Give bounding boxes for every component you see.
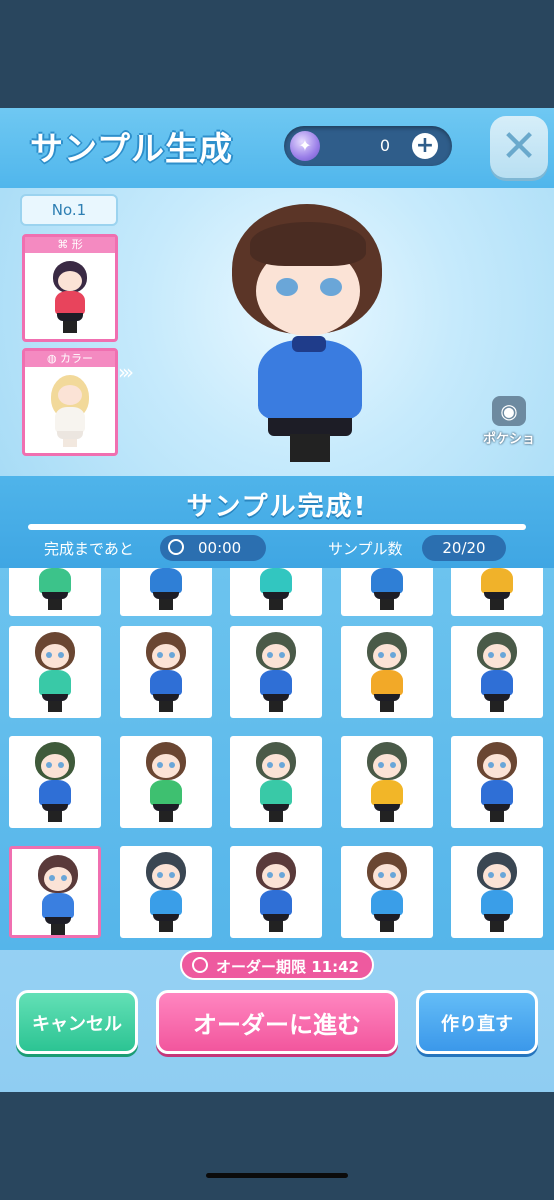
sample-cell[interactable] — [341, 736, 433, 828]
shape-card[interactable]: ⌘ 形 — [22, 234, 118, 342]
sample-cell[interactable] — [9, 568, 101, 616]
sample-cell[interactable] — [9, 846, 101, 938]
sample-cell[interactable] — [120, 568, 212, 616]
color-header: ◍ カラー — [25, 351, 115, 367]
sample-cell[interactable] — [120, 626, 212, 718]
sample-cell[interactable] — [230, 846, 322, 938]
currency-value: 0 — [379, 136, 390, 155]
sample-cell[interactable] — [230, 736, 322, 828]
color-label: カラー — [60, 352, 94, 365]
sample-chibi — [31, 568, 79, 612]
sample-cell[interactable] — [9, 626, 101, 718]
timer-badge: 00:00 — [160, 535, 266, 561]
header: サンプル生成 ✦ 0 + ✕ — [0, 108, 554, 188]
sample-chibi — [142, 852, 190, 934]
redo-button[interactable]: 作り直す — [416, 990, 538, 1054]
sample-chibi — [252, 568, 300, 612]
proceed-order-button[interactable]: オーダーに進む — [156, 990, 398, 1054]
sample-count-value: 20/20 — [422, 535, 506, 561]
game-screen: サンプル生成 ✦ 0 + ✕ No.1 ⌘ 形 ◍ カラー ››› ◉ ポケショ… — [0, 108, 554, 1092]
sample-cell[interactable] — [341, 626, 433, 718]
shape-header: ⌘ 形 — [25, 237, 115, 253]
currency-display: ✦ 0 + — [284, 126, 452, 166]
sample-cell[interactable] — [451, 568, 543, 616]
status-band: サンプル完成! 完成まであと 00:00 サンプル数 20/20 — [0, 476, 554, 568]
color-chibi — [47, 373, 93, 449]
order-deadline-label: オーダー期限 11:42 — [216, 958, 359, 976]
ribbon-icon: ⌘ — [57, 238, 72, 251]
sample-chibi — [34, 855, 82, 935]
sample-chibi — [252, 852, 300, 934]
shape-chibi — [47, 259, 93, 335]
sample-cell[interactable] — [341, 846, 433, 938]
sample-chibi — [31, 742, 79, 824]
color-card[interactable]: ◍ カラー — [22, 348, 118, 456]
sample-chibi — [363, 742, 411, 824]
sample-chibi — [363, 632, 411, 714]
cancel-button[interactable]: キャンセル — [16, 990, 138, 1054]
add-currency-button[interactable]: + — [412, 133, 438, 159]
timer-value: 00:00 — [198, 539, 242, 557]
sample-chibi — [252, 632, 300, 714]
sample-cell[interactable] — [451, 626, 543, 718]
sample-chibi — [473, 742, 521, 824]
sample-cell[interactable] — [341, 568, 433, 616]
timer-label: 完成まであと — [44, 540, 134, 558]
clock-icon — [192, 957, 208, 973]
close-button[interactable]: ✕ — [490, 116, 548, 178]
preview-area: No.1 ⌘ 形 ◍ カラー ››› ◉ ポケショ — [0, 188, 554, 476]
sample-count-label: サンプル数 — [328, 540, 403, 558]
sample-cell[interactable] — [230, 626, 322, 718]
home-indicator[interactable] — [206, 1173, 348, 1178]
sample-chibi — [363, 852, 411, 934]
sample-chibi — [473, 568, 521, 612]
sample-chibi — [142, 632, 190, 714]
close-x-icon: ✕ — [500, 121, 538, 172]
sample-cell[interactable] — [120, 846, 212, 938]
star-gem-icon: ✦ — [290, 131, 320, 161]
sample-chibi — [142, 568, 190, 612]
sample-cell[interactable] — [451, 846, 543, 938]
number-tag: No.1 — [20, 194, 118, 226]
sample-cell[interactable] — [120, 736, 212, 828]
bottom-safe-area — [0, 1092, 554, 1200]
arrow-indicator: ››› — [118, 360, 134, 384]
sample-chibi — [142, 742, 190, 824]
shape-thumbnail — [25, 253, 115, 339]
shape-label: 形 — [71, 238, 83, 251]
sample-chibi — [31, 632, 79, 714]
sample-chibi — [473, 852, 521, 934]
clock-icon — [168, 539, 184, 555]
color-thumbnail — [25, 367, 115, 453]
status-bar-area — [0, 0, 554, 108]
sample-grid — [0, 568, 554, 950]
sample-cell[interactable] — [451, 736, 543, 828]
sample-cell[interactable] — [9, 736, 101, 828]
pokesho-label: ポケショ — [482, 432, 535, 447]
sample-chibi — [363, 568, 411, 612]
pokesho-button[interactable]: ◉ ポケショ — [476, 396, 542, 456]
divider-line — [28, 524, 526, 530]
sample-chibi — [252, 742, 300, 824]
sample-cell[interactable] — [230, 568, 322, 616]
main-character-preview — [220, 196, 396, 466]
palette-icon: ◍ — [46, 352, 61, 365]
sample-chibi — [473, 632, 521, 714]
complete-title: サンプル完成! — [186, 492, 368, 522]
order-deadline-badge: オーダー期限 11:42 — [180, 950, 374, 980]
camera-icon: ◉ — [492, 396, 526, 426]
page-title: サンプル生成 — [30, 129, 234, 168]
